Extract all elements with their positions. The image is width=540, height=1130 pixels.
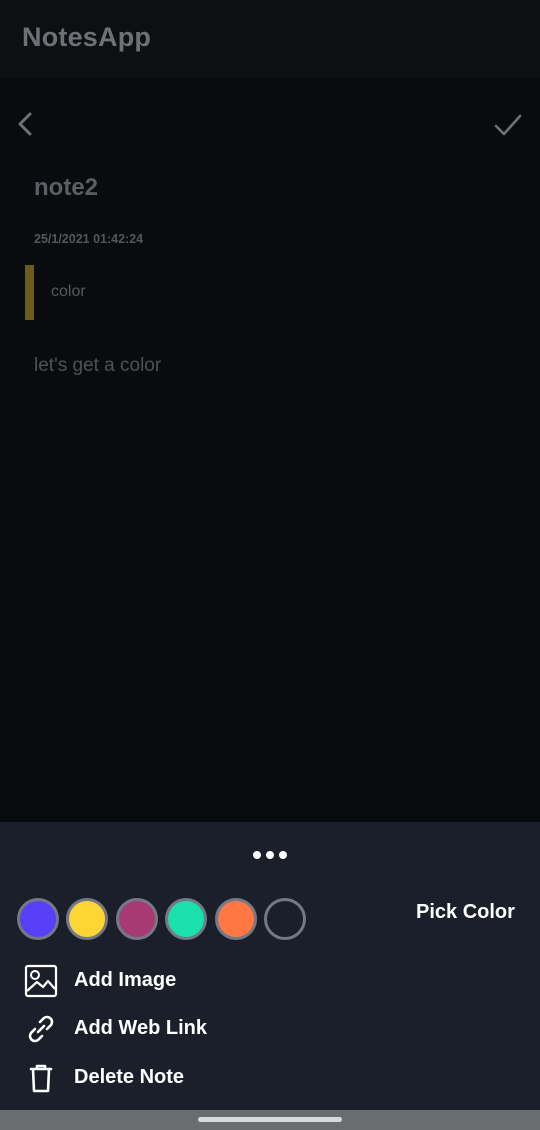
color-option-purple[interactable] [17, 898, 59, 940]
pick-color-label: Pick Color [416, 901, 515, 923]
color-indicator [25, 265, 34, 320]
check-icon [494, 114, 522, 136]
note-body-input[interactable]: let's get a color [34, 355, 161, 377]
options-sheet: Pick Color Add Image Add Web Link Delete… [0, 822, 540, 1110]
note-subtitle-input[interactable]: color [51, 283, 86, 301]
link-icon [28, 1015, 54, 1043]
color-option-default[interactable] [264, 898, 306, 940]
delete-note-button[interactable]: Delete Note [0, 1055, 540, 1099]
color-option-yellow[interactable] [66, 898, 108, 940]
add-web-link-button[interactable]: Add Web Link [0, 1006, 540, 1050]
color-option-teal[interactable] [165, 898, 207, 940]
image-icon [24, 964, 58, 998]
color-option-magenta[interactable] [116, 898, 158, 940]
note-editor: note2 25/1/2021 01:42:24 color let's get… [0, 78, 540, 822]
color-option-orange[interactable] [215, 898, 257, 940]
save-note-button[interactable] [492, 110, 524, 140]
app-title: NotesApp [22, 22, 152, 52]
add-image-button[interactable]: Add Image [0, 958, 540, 1002]
add-image-label: Add Image [74, 969, 177, 991]
system-nav-bar [0, 1110, 540, 1130]
back-button[interactable] [10, 108, 42, 140]
note-title-input[interactable]: note2 [34, 174, 98, 202]
chevron-left-icon [18, 112, 32, 136]
add-web-link-label: Add Web Link [74, 1017, 207, 1039]
delete-note-label: Delete Note [74, 1066, 185, 1088]
trash-icon [29, 1064, 53, 1093]
sheet-handle[interactable] [253, 848, 287, 862]
app-bar: NotesApp [0, 0, 540, 78]
home-gesture-bar[interactable] [198, 1117, 342, 1122]
note-date: 25/1/2021 01:42:24 [34, 232, 144, 246]
